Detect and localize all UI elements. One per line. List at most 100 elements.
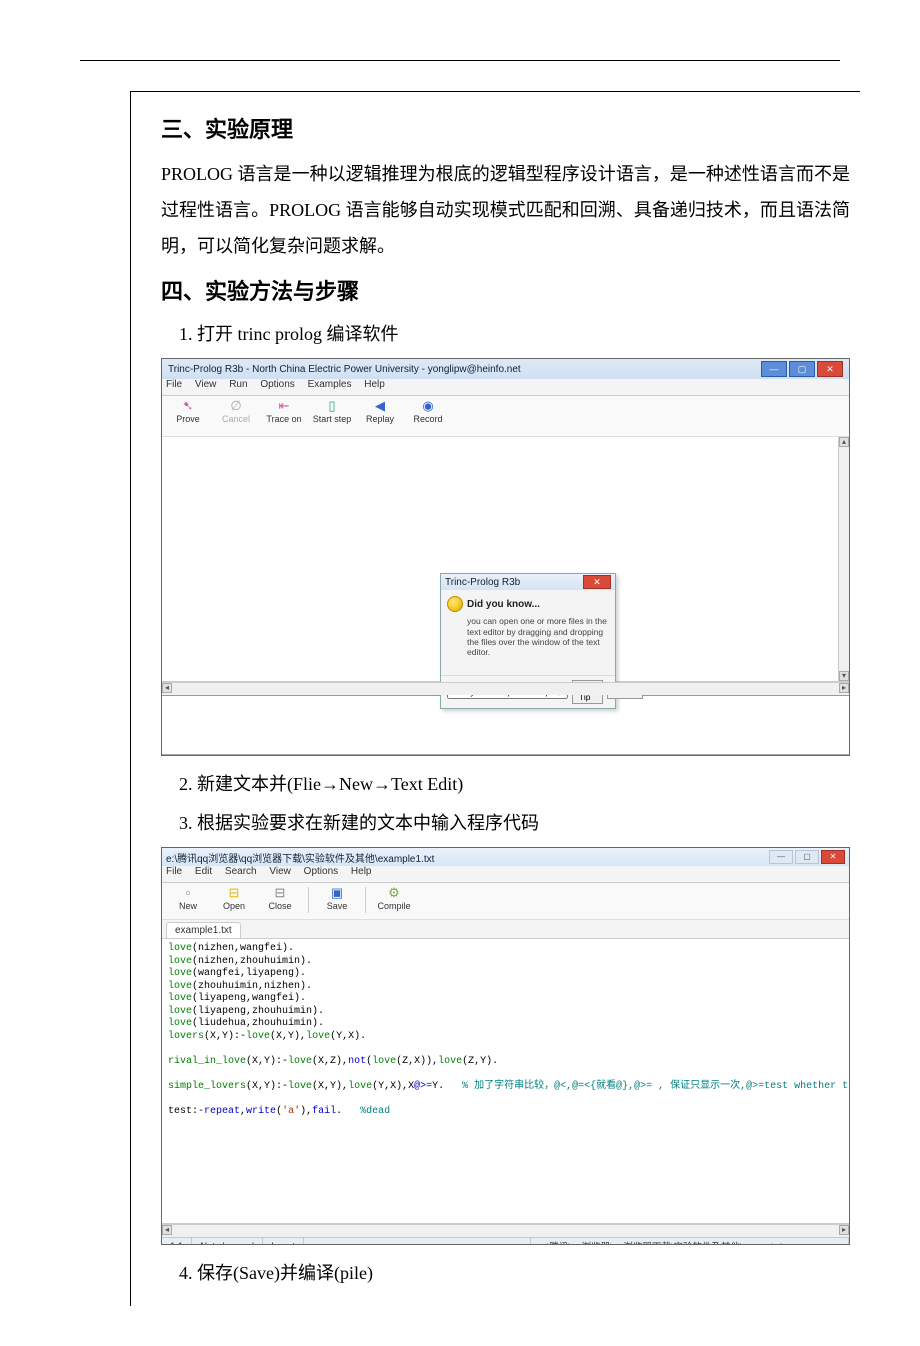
code: love	[288, 1056, 312, 1067]
code: (X,Y),	[312, 1081, 348, 1092]
code-editor[interactable]: love(nizhen,wangfei). love(nizhen,zhouhu…	[162, 939, 849, 1224]
menu-file[interactable]: File	[166, 379, 182, 390]
code: 'a'	[282, 1106, 300, 1117]
status-pos: 1:1	[162, 1238, 192, 1245]
save-icon: ▣	[331, 885, 343, 901]
emenu-search[interactable]: Search	[225, 866, 257, 877]
maximize-button[interactable]: ▢	[789, 361, 815, 377]
code: love	[168, 943, 192, 954]
etb-open[interactable]: ⊟ Open	[214, 885, 254, 911]
minimize-button[interactable]: —	[761, 361, 787, 377]
tb-replay[interactable]: ◀ Replay	[360, 398, 400, 424]
editor-close-button[interactable]: ✕	[821, 850, 845, 864]
menu-run[interactable]: Run	[229, 379, 247, 390]
code: (Y,X).	[330, 1031, 366, 1042]
lightbulb-icon	[447, 596, 463, 612]
menu-view[interactable]: View	[195, 379, 217, 390]
editor-min-button[interactable]: —	[769, 850, 793, 864]
menu-help[interactable]: Help	[364, 379, 385, 390]
dialog-titlebar: Trinc-Prolog R3b ✕	[441, 574, 615, 590]
replay-icon: ◀	[375, 398, 385, 414]
editor-window-buttons: — ▢ ✕	[769, 850, 845, 864]
code: (zhouhuimin,nizhen).	[192, 981, 312, 992]
emenu-view[interactable]: View	[269, 866, 291, 877]
etb-compile-label: Compile	[377, 901, 410, 911]
file-tab[interactable]: example1.txt	[166, 922, 241, 938]
scroll-left-icon[interactable]: ◂	[162, 1225, 172, 1235]
code: .	[336, 1106, 360, 1117]
scroll-right-icon[interactable]: ▸	[839, 1225, 849, 1235]
menu-examples[interactable]: Examples	[308, 379, 352, 390]
editor-statusbar: 1:1 Not changed Insert e:\腾讯\qq浏览器\qq浏览器…	[162, 1237, 849, 1245]
tb-traceon-label: Trace on	[266, 414, 301, 424]
code: (wangfei,liyapeng).	[192, 968, 306, 979]
tabstrip: example1.txt	[162, 920, 849, 939]
menu-options[interactable]: Options	[260, 379, 294, 390]
etb-open-label: Open	[223, 901, 245, 911]
content-area: 三、实验原理 PROLOG 语言是一种以逻辑推理为根底的逻辑型程序设计语言，是一…	[131, 92, 860, 1306]
emenu-file[interactable]: File	[166, 866, 182, 877]
startstep-icon: ▯	[328, 398, 335, 414]
top-rule	[80, 60, 840, 61]
code: rival_in_love	[168, 1056, 246, 1067]
scroll-down-icon[interactable]: ▾	[839, 671, 849, 681]
code: repeat	[204, 1106, 240, 1117]
emenu-options[interactable]: Options	[304, 866, 338, 877]
tb-startstep[interactable]: ▯ Start step	[312, 398, 352, 424]
code: @>=	[414, 1081, 432, 1092]
code: Y.	[432, 1081, 444, 1092]
etb-close-label: Close	[268, 901, 291, 911]
code: (liyapeng,zhouhuimin).	[192, 1006, 324, 1017]
etb-save[interactable]: ▣ Save	[317, 885, 357, 911]
editor-horizontal-scrollbar[interactable]: ◂ ▸	[162, 1224, 849, 1237]
code: love	[168, 981, 192, 992]
tb-prove-label: Prove	[176, 414, 200, 424]
dialog-heading: Did you know...	[467, 599, 540, 610]
code: (X,Y):-	[246, 1056, 288, 1067]
code: love	[246, 1031, 270, 1042]
etb-close[interactable]: ⊟ Close	[260, 885, 300, 911]
code: love	[168, 968, 192, 979]
record-icon: ◉	[422, 398, 433, 414]
toolbar: ➷ Prove ∅ Cancel ⇤ Trace on ▯ Start step	[162, 396, 849, 437]
dialog-close-button[interactable]: ✕	[583, 575, 611, 589]
scroll-left-icon[interactable]: ◂	[162, 683, 172, 693]
step2: 2. 新建文本并(Flie→New→Text Edit)	[179, 768, 850, 800]
code: simple_lovers	[168, 1081, 246, 1092]
tb-traceon[interactable]: ⇤ Trace on	[264, 398, 304, 424]
code: love	[288, 1081, 312, 1092]
tb-prove[interactable]: ➷ Prove	[168, 398, 208, 424]
code: (X,Z),	[312, 1056, 348, 1067]
statusbar	[162, 754, 849, 756]
section3-body: PROLOG 语言是一种以逻辑推理为根底的逻辑型程序设计语言，是一种述性语言而不…	[161, 156, 850, 264]
code: %dead	[360, 1106, 390, 1117]
tb-record-label: Record	[413, 414, 442, 424]
section3-heading: 三、实验原理	[161, 112, 850, 144]
etb-compile[interactable]: ⚙ Compile	[374, 885, 414, 911]
etb-new[interactable]: ▫ New	[168, 885, 208, 911]
vertical-scrollbar[interactable]: ▴ ▾	[838, 437, 849, 681]
code: test:-	[168, 1106, 204, 1117]
dialog-title: Trinc-Prolog R3b	[445, 577, 520, 588]
status-spacer	[304, 1238, 531, 1245]
code: (liyapeng,wangfei).	[192, 993, 306, 1004]
editor-max-button[interactable]: ▢	[795, 850, 819, 864]
tb-record[interactable]: ◉ Record	[408, 398, 448, 424]
close-icon: ⊟	[275, 885, 286, 901]
scroll-up-icon[interactable]: ▴	[839, 437, 849, 447]
code: write	[246, 1106, 276, 1117]
code: love	[306, 1031, 330, 1042]
window-buttons: — ▢ ✕	[761, 361, 843, 377]
close-button[interactable]: ✕	[817, 361, 843, 377]
emenu-help[interactable]: Help	[351, 866, 372, 877]
code: (X,Y):-	[246, 1081, 288, 1092]
scroll-right-icon[interactable]: ▸	[839, 683, 849, 693]
code: (nizhen,wangfei).	[192, 943, 294, 954]
open-icon: ⊟	[229, 885, 240, 901]
tb-replay-label: Replay	[366, 414, 394, 424]
code: love	[168, 1018, 192, 1029]
horizontal-scrollbar[interactable]: ◂ ▸	[162, 682, 849, 695]
menubar: File View Run Options Examples Help	[162, 379, 849, 396]
emenu-edit[interactable]: Edit	[195, 866, 212, 877]
code: not	[348, 1056, 366, 1067]
